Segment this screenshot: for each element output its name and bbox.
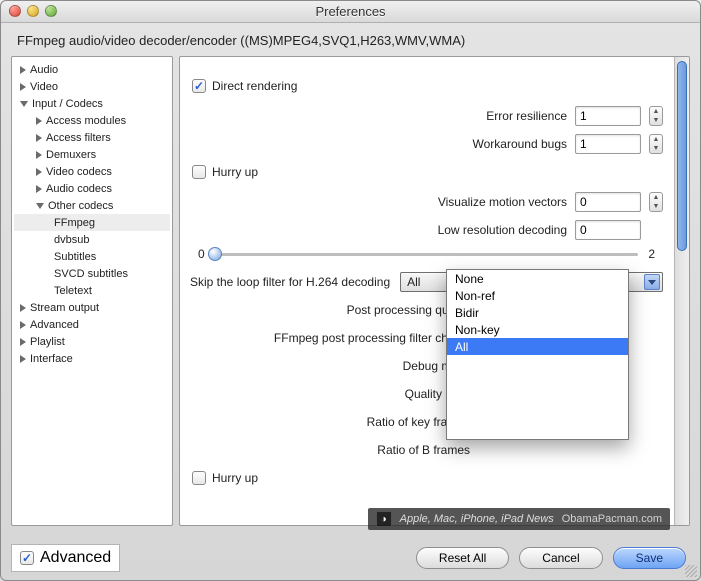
dropdown-option[interactable]: None [447,270,628,287]
zoom-icon[interactable] [45,5,57,17]
hurry-up-2-row: Hurry up [192,467,663,489]
direct-rendering-checkbox[interactable] [192,79,206,93]
workaround-bugs-input[interactable] [575,134,641,154]
advanced-checkbox[interactable] [20,551,34,565]
direct-rendering-label: Direct rendering [212,79,297,93]
resize-grip-icon[interactable] [685,565,697,577]
slider-max: 2 [648,247,655,261]
skip-loop-label: Skip the loop filter for H.264 decoding [190,275,390,289]
error-resilience-label: Error resilience [190,109,567,123]
ratio-key-label: Ratio of key frames [190,415,470,429]
advanced-toggle-box: Advanced [11,544,120,572]
error-resilience-input[interactable] [575,106,641,126]
tree-item-audio[interactable]: Audio [14,61,170,78]
visualize-motion-label: Visualize motion vectors [190,195,567,209]
hurry-up-checkbox[interactable] [192,165,206,179]
preferences-window: Preferences FFmpeg audio/video decoder/e… [0,0,701,581]
watermark-icon: ◑ [376,511,392,527]
reset-all-button[interactable]: Reset All [416,547,509,569]
tree-item-other-codecs[interactable]: Other codecs [14,197,170,214]
cancel-button[interactable]: Cancel [519,547,602,569]
window-title: Preferences [1,4,700,19]
slider-row: 0 2 [190,245,663,267]
hurry-up-label: Hurry up [212,165,258,179]
ratio-b-label: Ratio of B frames [190,443,470,457]
tree-item-demuxers[interactable]: Demuxers [14,146,170,163]
hurry-up-row: Hurry up [192,161,663,183]
tree-item-svcd-subtitles[interactable]: SVCD subtitles [14,265,170,282]
tree-item-ffmpeg[interactable]: FFmpeg [14,214,170,231]
skip-loop-dropdown[interactable]: None Non-ref Bidir Non-key All [446,269,629,440]
slider-thumb[interactable] [208,247,222,261]
hurry-up-2-checkbox[interactable] [192,471,206,485]
error-resilience-stepper[interactable]: ▲▼ [649,106,663,126]
watermark-site: ObamaPacman.com [562,513,662,525]
workaround-bugs-label: Workaround bugs [190,137,567,151]
tree-item-access-modules[interactable]: Access modules [14,112,170,129]
slider[interactable] [215,253,639,256]
window-controls [9,5,57,17]
close-icon[interactable] [9,5,21,17]
tree-item-input-codecs[interactable]: Input / Codecs [14,95,170,112]
low-res-input[interactable] [575,220,641,240]
skip-loop-value: All [407,275,420,289]
dropdown-option[interactable]: Bidir [447,304,628,321]
filter-chains-label: FFmpeg post processing filter chains [190,331,470,345]
page-subtitle: FFmpeg audio/video decoder/encoder ((MS)… [1,23,700,56]
tree-item-interface[interactable]: Interface [14,350,170,367]
watermark-text: Apple, Mac, iPhone, iPad News [400,513,554,525]
tree-item-advanced[interactable]: Advanced [14,316,170,333]
tree-item-playlist[interactable]: Playlist [14,333,170,350]
hurry-up-2-label: Hurry up [212,471,258,485]
chevron-down-icon [644,274,660,290]
advanced-label: Advanced [40,549,111,567]
tree-item-video[interactable]: Video [14,78,170,95]
tree-item-video-codecs[interactable]: Video codecs [14,163,170,180]
settings-panel: Direct rendering Error resilience ▲▼ Wor… [179,56,690,526]
dropdown-option[interactable]: Non-key [447,321,628,338]
watermark: ◑ Apple, Mac, iPhone, iPad News ObamaPac… [368,508,670,530]
visualize-motion-stepper[interactable]: ▲▼ [649,192,663,212]
titlebar: Preferences [1,1,700,23]
direct-rendering-row: Direct rendering [192,75,663,97]
panel-scrollbar[interactable] [674,57,689,525]
slider-min: 0 [198,247,205,261]
minimize-icon[interactable] [27,5,39,17]
tree-item-access-filters[interactable]: Access filters [14,129,170,146]
footer: Advanced Reset All Cancel Save [1,536,700,580]
debug-mask-label: Debug mask [190,359,470,373]
save-button[interactable]: Save [613,547,686,569]
tree-item-stream-output[interactable]: Stream output [14,299,170,316]
category-tree[interactable]: Audio Video Input / Codecs Access module… [11,56,173,526]
low-res-label: Low resolution decoding [190,223,567,237]
dropdown-option-selected[interactable]: All [447,338,628,355]
workaround-bugs-stepper[interactable]: ▲▼ [649,134,663,154]
dropdown-option[interactable]: Non-ref [447,287,628,304]
scroll-thumb[interactable] [677,61,687,251]
quality-level-label: Quality level [190,387,470,401]
post-quality-label: Post processing quality [190,303,470,317]
tree-item-audio-codecs[interactable]: Audio codecs [14,180,170,197]
tree-item-dvbsub[interactable]: dvbsub [14,231,170,248]
tree-item-subtitles[interactable]: Subtitles [14,248,170,265]
tree-item-teletext[interactable]: Teletext [14,282,170,299]
visualize-motion-input[interactable] [575,192,641,212]
